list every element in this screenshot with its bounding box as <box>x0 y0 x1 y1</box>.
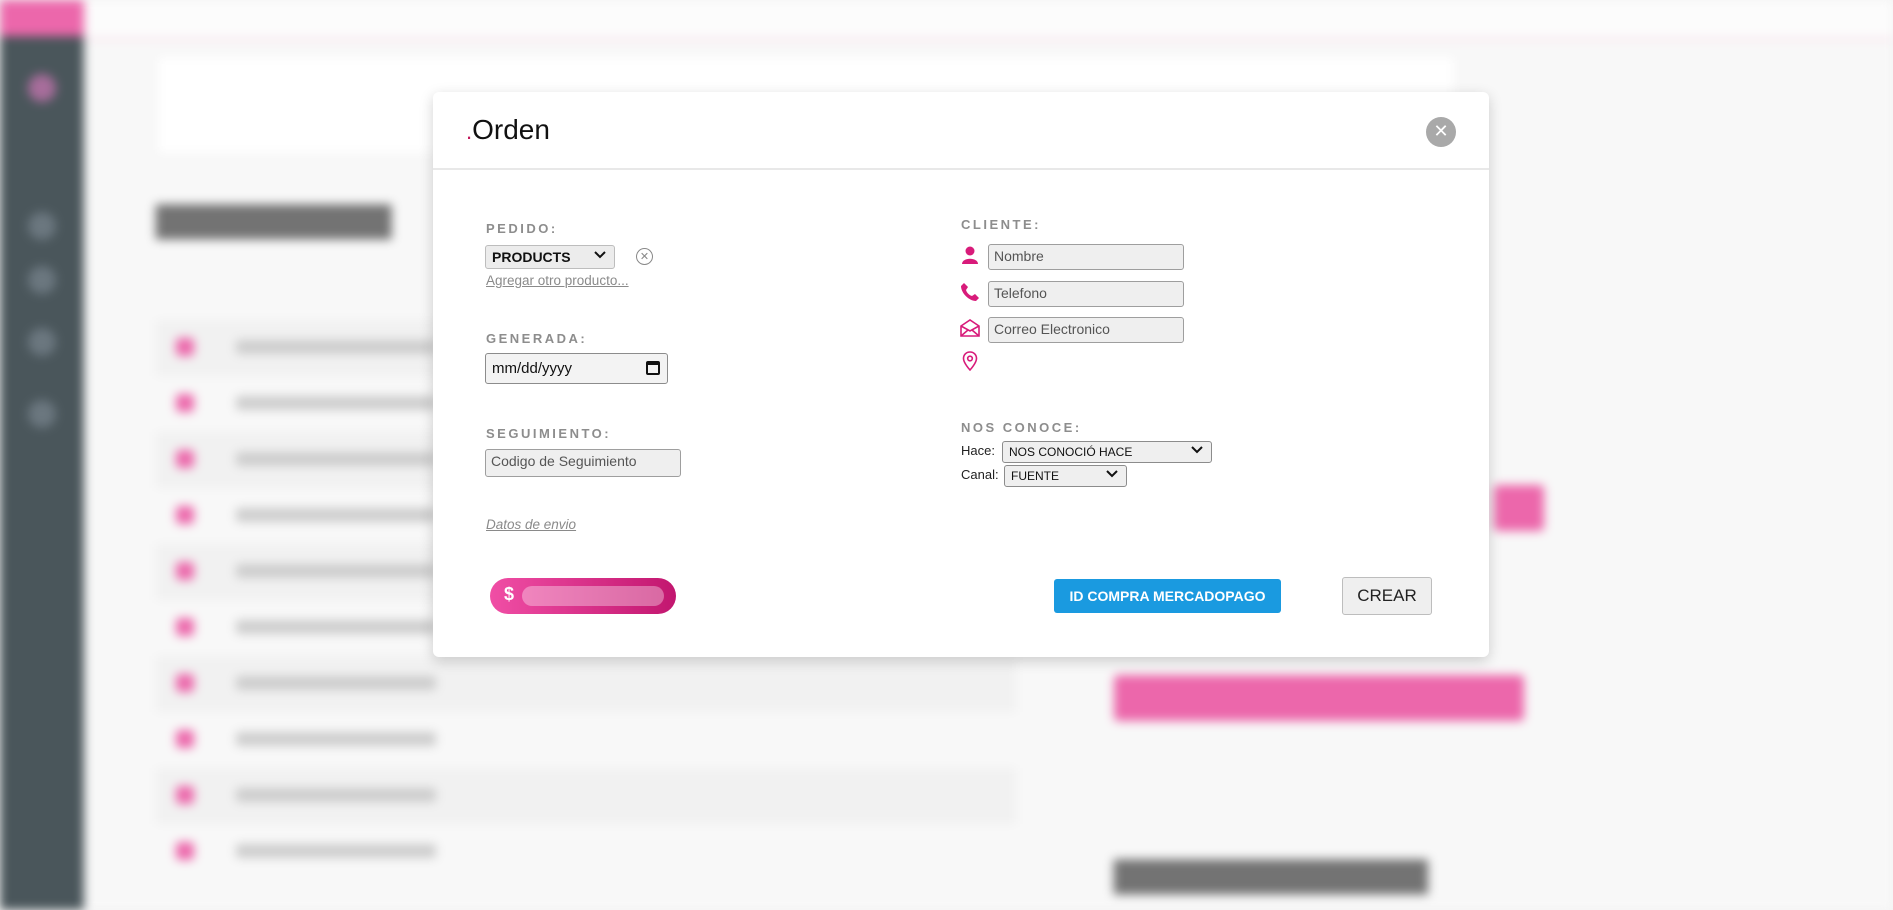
chevron-down-icon <box>1191 444 1203 458</box>
calendar-icon[interactable] <box>646 361 660 375</box>
canal-label: Canal: <box>961 467 999 482</box>
generada-label: GENERADA: <box>486 331 588 346</box>
modal-header: .Orden ✕ <box>433 92 1489 170</box>
mail-icon <box>960 318 980 338</box>
remove-circle-icon[interactable]: ✕ <box>636 248 653 265</box>
shipping-data-link[interactable]: Datos de envio <box>486 517 576 532</box>
client-name-input[interactable]: Nombre <box>988 244 1184 270</box>
payment-amount-input[interactable] <box>522 586 664 606</box>
currency-symbol: $ <box>504 584 515 604</box>
generated-date-input[interactable]: mm/dd/yyyy <box>485 353 668 384</box>
seguimiento-label: SEGUIMIENTO: <box>486 426 612 441</box>
payment-amount-field[interactable]: $ <box>490 578 676 614</box>
chevron-down-icon <box>1106 468 1118 482</box>
nos-conoce-label: NOS CONOCE: <box>961 420 1082 435</box>
person-icon <box>960 245 980 265</box>
pedido-label: PEDIDO: <box>486 221 558 236</box>
cliente-label: CLIENTE: <box>961 217 1041 232</box>
close-icon: ✕ <box>1433 121 1449 142</box>
canal-select[interactable]: FUENTE <box>1004 465 1127 487</box>
order-modal: .Orden ✕ PEDIDO: PRODUCTS ✕ Agregar otro… <box>433 92 1489 657</box>
phone-icon <box>960 282 980 302</box>
hace-label: Hace: <box>961 443 995 458</box>
modal-title: .Orden <box>466 114 550 145</box>
mercadopago-id-button[interactable]: ID COMPRA MERCADOPAGO <box>1054 579 1281 613</box>
add-product-link[interactable]: Agregar otro producto... <box>486 273 629 288</box>
client-phone-input[interactable]: Telefono <box>988 281 1184 307</box>
chevron-down-icon <box>594 249 606 263</box>
close-button[interactable]: ✕ <box>1426 117 1456 147</box>
product-select[interactable]: PRODUCTS <box>485 245 615 269</box>
client-email-input[interactable]: Correo Electronico <box>988 317 1184 343</box>
create-button[interactable]: CREAR <box>1342 577 1432 615</box>
location-pin-icon[interactable] <box>962 351 982 372</box>
nos-conocio-hace-select[interactable]: NOS CONOCIÓ HACE <box>1002 441 1212 463</box>
tracking-code-input[interactable]: Codigo de Seguimiento <box>485 449 681 477</box>
